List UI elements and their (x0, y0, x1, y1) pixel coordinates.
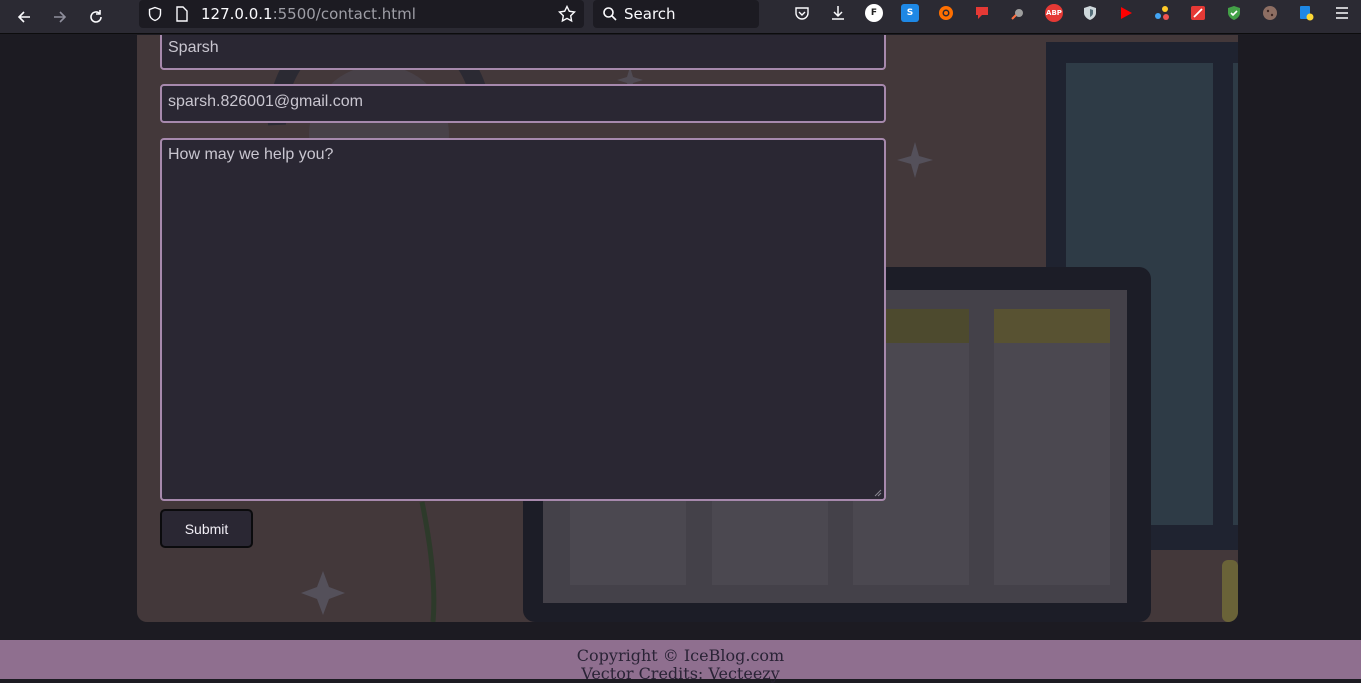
submit-button[interactable]: Submit (160, 509, 253, 548)
adblock-icon[interactable]: ABP (1045, 4, 1063, 22)
url-text[interactable]: 127.0.0.1:5500/contact.html (201, 5, 416, 23)
ext-wand-icon[interactable] (1189, 4, 1207, 22)
name-field[interactable]: Sparsh (160, 35, 886, 70)
ext-orange-icon[interactable] (937, 4, 955, 22)
bookmark-star-icon[interactable] (558, 5, 576, 23)
youtube-icon[interactable] (1117, 4, 1135, 22)
back-button[interactable] (11, 4, 37, 30)
url-host: 127.0.0.1 (201, 5, 273, 23)
forward-button[interactable] (47, 4, 73, 30)
page-viewport: Sparsh sparsh.826001@gmail.com How may w… (0, 35, 1361, 640)
email-field[interactable]: sparsh.826001@gmail.com (160, 84, 886, 123)
address-bar[interactable]: 127.0.0.1:5500/contact.html (139, 0, 584, 28)
dots-ext-icon[interactable] (1153, 4, 1171, 22)
ext-s-icon[interactable]: S (901, 4, 919, 22)
browser-toolbar: 127.0.0.1:5500/contact.html Search F S A… (0, 0, 1361, 34)
ext-doc-icon[interactable] (1297, 4, 1315, 22)
menu-icon[interactable] (1333, 4, 1351, 22)
ext-red-flag-icon[interactable] (973, 4, 991, 22)
shield-ext-icon[interactable] (1081, 4, 1099, 22)
tracking-shield-icon[interactable] (147, 6, 163, 22)
green-shield-icon[interactable] (1225, 4, 1243, 22)
search-placeholder: Search (624, 5, 676, 23)
ext-f-icon[interactable]: F (865, 4, 883, 22)
search-bar[interactable]: Search (593, 0, 759, 28)
ext-rocket-icon[interactable] (1009, 4, 1027, 22)
cookie-icon[interactable] (1261, 4, 1279, 22)
forward-arrow-icon (54, 11, 67, 23)
message-textarea[interactable]: How may we help you? (160, 138, 886, 501)
resize-grip-icon[interactable] (874, 489, 882, 497)
url-path: :5500/contact.html (272, 5, 416, 23)
page-icon[interactable] (175, 6, 189, 22)
back-arrow-icon (17, 11, 30, 23)
pocket-icon[interactable] (793, 4, 811, 22)
site-footer: Copyright © IceBlog.com Vector Credits: … (0, 640, 1361, 683)
message-placeholder: How may we help you? (168, 146, 334, 163)
copyright-text: Copyright © IceBlog.com (576, 646, 785, 665)
download-icon[interactable] (829, 4, 847, 22)
search-icon (603, 7, 617, 21)
vector-credits-text: Vector Credits: Vecteezy (581, 664, 780, 683)
reload-icon (90, 10, 102, 23)
reload-button[interactable] (83, 4, 109, 30)
